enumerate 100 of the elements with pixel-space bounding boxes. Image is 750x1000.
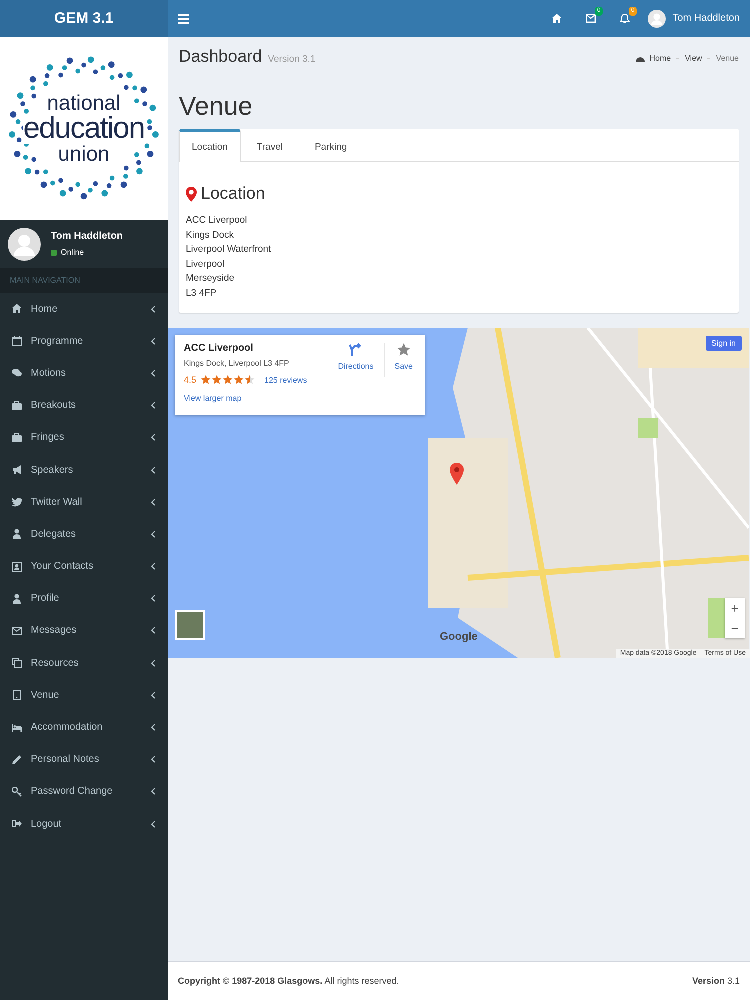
chevron-left-icon bbox=[151, 692, 156, 699]
nav-item[interactable]: Home bbox=[0, 293, 168, 326]
fork-arrow-icon bbox=[348, 343, 363, 357]
tablet-icon bbox=[12, 690, 22, 700]
reviews-link[interactable]: 125 reviews bbox=[264, 376, 308, 384]
view-larger-map-link[interactable]: View larger map bbox=[184, 394, 242, 403]
map-pin-icon bbox=[186, 186, 197, 202]
nav-item[interactable]: Speakers bbox=[0, 454, 168, 486]
copyright-text: Copyright © 1987-2018 Glasgows. All rights reserved. bbox=[178, 976, 400, 986]
bell-icon[interactable] bbox=[620, 14, 630, 23]
chat-icon bbox=[12, 368, 22, 378]
chevron-left-icon bbox=[151, 338, 156, 345]
chevron-left-icon bbox=[151, 820, 156, 828]
logo-text: union bbox=[58, 144, 110, 164]
briefcase-icon bbox=[12, 400, 22, 411]
nav-item[interactable]: Motions bbox=[0, 357, 168, 390]
chevron-left-icon bbox=[151, 660, 156, 667]
person-icon bbox=[12, 529, 22, 540]
star-icon bbox=[396, 343, 411, 357]
nav-item[interactable]: Accommodation bbox=[0, 711, 168, 744]
breadcrumb-link[interactable]: Home bbox=[650, 54, 672, 63]
person-icon bbox=[12, 594, 22, 604]
bed-icon bbox=[12, 722, 22, 733]
zoom-in-button[interactable]: + bbox=[725, 598, 745, 618]
nav-header: MAIN NAVIGATION bbox=[0, 268, 168, 293]
tab[interactable]: Location bbox=[179, 129, 241, 162]
envelope-icon bbox=[12, 626, 22, 636]
home-icon[interactable] bbox=[552, 14, 562, 23]
tab[interactable]: Parking bbox=[298, 129, 364, 162]
user-name[interactable]: Tom Haddleton bbox=[672, 13, 740, 24]
version-text: Version 3.1 bbox=[692, 976, 740, 986]
nav-item[interactable]: Programme bbox=[0, 325, 168, 358]
separator-icon bbox=[707, 56, 712, 61]
chevron-left-icon bbox=[151, 402, 156, 410]
home-icon bbox=[12, 304, 22, 314]
save-button[interactable]: Save bbox=[394, 343, 413, 377]
menu-icon[interactable] bbox=[178, 14, 189, 24]
place-name: ACC Liverpool bbox=[184, 343, 254, 354]
chevron-left-icon bbox=[151, 627, 156, 634]
copy-icon bbox=[12, 658, 22, 668]
logo-text: education bbox=[23, 114, 145, 144]
calendar-icon bbox=[12, 336, 22, 346]
contact-card-icon bbox=[12, 562, 22, 572]
satellite-thumbnail[interactable] bbox=[175, 610, 205, 640]
nav-item[interactable]: Your Contacts bbox=[0, 550, 168, 583]
sign-out-icon bbox=[12, 819, 22, 830]
nav-item[interactable]: Logout bbox=[0, 808, 168, 840]
user-name: Tom Haddleton bbox=[51, 231, 124, 242]
tab[interactable]: Travel bbox=[240, 129, 299, 162]
chevron-left-icon bbox=[151, 466, 156, 474]
nav-item[interactable]: Personal Notes bbox=[0, 744, 168, 776]
status-indicator bbox=[51, 250, 57, 256]
separator-icon bbox=[676, 56, 680, 61]
page-subtitle: Version 3.1 bbox=[268, 54, 316, 65]
chevron-left-icon bbox=[151, 595, 156, 602]
chevron-left-icon bbox=[151, 756, 156, 764]
bird-icon bbox=[12, 497, 22, 508]
map-marker-icon bbox=[450, 463, 464, 485]
chevron-left-icon bbox=[151, 306, 156, 313]
briefcase-icon bbox=[12, 432, 22, 443]
location-heading: Location bbox=[201, 184, 266, 204]
nav-item[interactable]: Resources bbox=[0, 647, 168, 680]
breadcrumb-link[interactable]: View bbox=[685, 54, 702, 63]
chevron-left-icon bbox=[151, 498, 156, 506]
half-star-icon bbox=[244, 375, 255, 385]
nav-item[interactable]: Venue bbox=[0, 679, 168, 712]
nav-item[interactable]: Password Change bbox=[0, 776, 168, 808]
key-icon bbox=[12, 786, 22, 797]
nav-item[interactable]: Profile bbox=[0, 582, 168, 615]
breadcrumb-current: Venue bbox=[716, 54, 739, 63]
address-text: ACC Liverpool Kings Dock Liverpool Waterfront Liverpool Merseyside L3 4FP bbox=[186, 214, 272, 301]
mail-icon[interactable] bbox=[586, 14, 596, 23]
star-icon bbox=[212, 375, 222, 385]
sign-in-button[interactable]: Sign in bbox=[706, 336, 742, 351]
star-icon bbox=[200, 375, 211, 385]
logo-text: national bbox=[47, 92, 121, 114]
chevron-left-icon bbox=[151, 788, 156, 796]
page-title: Dashboard bbox=[179, 47, 262, 67]
nav-item[interactable]: Fringes bbox=[0, 422, 168, 454]
map-provider-logo: Google bbox=[440, 631, 478, 643]
section-title: Venue bbox=[178, 90, 254, 123]
chevron-left-icon bbox=[151, 370, 156, 377]
pencil-icon bbox=[12, 754, 22, 765]
avatar-icon bbox=[8, 228, 41, 260]
dashboard-icon bbox=[636, 55, 645, 62]
nav-item[interactable]: Messages bbox=[0, 614, 168, 648]
nav-item[interactable]: Delegates bbox=[0, 518, 168, 550]
megaphone-icon bbox=[12, 465, 22, 476]
app-brand: GEM 3.1 bbox=[0, 0, 168, 37]
nav-item[interactable]: Breakouts bbox=[0, 390, 168, 422]
directions-button[interactable]: Directions bbox=[338, 343, 374, 377]
place-address: Kings Dock, Liverpool L3 4FP bbox=[184, 359, 290, 368]
chevron-left-icon bbox=[151, 724, 156, 732]
status-text: Online bbox=[61, 248, 84, 257]
star-icon bbox=[222, 375, 233, 385]
avatar-icon bbox=[648, 10, 666, 28]
zoom-out-button[interactable]: − bbox=[725, 618, 745, 638]
rating-value: 4.5 bbox=[184, 375, 197, 385]
chevron-left-icon bbox=[151, 530, 156, 538]
nav-item[interactable]: Twitter Wall bbox=[0, 486, 168, 518]
